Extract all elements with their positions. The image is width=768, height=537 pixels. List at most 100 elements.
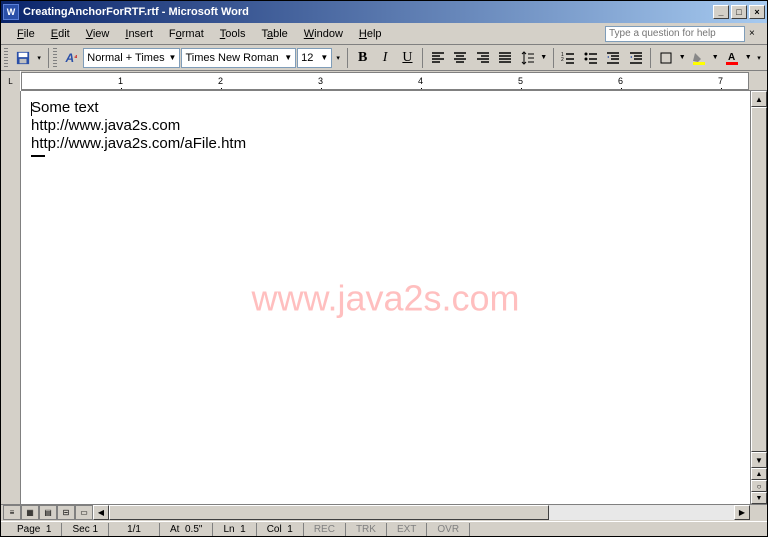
maximize-button[interactable]: □ — [731, 5, 747, 19]
align-center-icon — [453, 51, 467, 65]
ruler-tick: 4 — [418, 76, 423, 86]
font-selector[interactable]: Times New Roman ▼ — [181, 48, 296, 68]
ruler-tick: 7 — [718, 76, 723, 86]
next-page-button[interactable]: ▼ — [751, 492, 767, 504]
help-search-box[interactable] — [605, 26, 745, 42]
scroll-left-button[interactable]: ◀ — [93, 505, 109, 520]
toolbar-options-2[interactable]: ▾ — [754, 47, 764, 69]
align-left-button[interactable] — [427, 47, 448, 69]
reading-view-button[interactable]: ▭ — [75, 505, 93, 520]
decrease-indent-icon — [606, 51, 620, 65]
border-dropdown[interactable]: ▼ — [677, 47, 687, 69]
menu-edit[interactable]: Edit — [43, 26, 78, 42]
font-color-button[interactable]: A — [721, 47, 743, 69]
title-bar: W CreatingAnchorForRTF.rtf - Microsoft W… — [1, 1, 767, 23]
status-column: Col 1 — [257, 523, 304, 536]
bullet-list-button[interactable] — [580, 47, 601, 69]
svg-text:2: 2 — [561, 57, 564, 63]
font-color-dropdown[interactable]: ▼ — [743, 47, 753, 69]
increase-indent-button[interactable] — [625, 47, 646, 69]
align-justify-button[interactable] — [494, 47, 515, 69]
bold-button[interactable]: B — [352, 47, 373, 69]
border-button[interactable] — [655, 47, 677, 69]
document-page[interactable]: Some text http://www.java2s.com http://w… — [21, 91, 750, 504]
toolbar-options-button[interactable]: ▾ — [34, 47, 44, 69]
numbered-list-button[interactable]: 12 — [558, 47, 579, 69]
line-spacing-dropdown[interactable]: ▼ — [539, 47, 549, 69]
text-line: http://www.java2s.com — [31, 117, 740, 135]
scroll-up-button[interactable]: ▲ — [751, 91, 767, 107]
status-bar: Page 1 Sec 1 1/1 At 0.5" Ln 1 Col 1 REC … — [1, 521, 767, 536]
menu-file[interactable]: File — [9, 26, 43, 42]
menu-table[interactable]: Table — [253, 26, 295, 42]
status-trk[interactable]: TRK — [346, 523, 387, 536]
scroll-track[interactable] — [751, 107, 767, 452]
tab-selector[interactable]: L — [1, 71, 21, 91]
horizontal-ruler[interactable]: 1 2 3 4 5 6 7 — [21, 72, 749, 90]
status-pages: 1/1 — [109, 523, 160, 536]
dropdown-arrow-icon: ▼ — [284, 53, 292, 62]
status-page: Page 1 — [7, 523, 62, 536]
align-center-button[interactable] — [450, 47, 471, 69]
status-at: At 0.5" — [160, 523, 213, 536]
border-icon — [659, 51, 673, 65]
horizontal-ruler-area: L 1 2 3 4 5 6 7 — [1, 71, 767, 91]
highlight-button[interactable] — [688, 47, 710, 69]
horizontal-scrollbar[interactable]: ◀ ▶ — [93, 505, 750, 521]
font-value: Times New Roman — [185, 52, 278, 64]
highlight-dropdown[interactable]: ▼ — [710, 47, 720, 69]
scroll-right-button[interactable]: ▶ — [734, 505, 750, 520]
line-spacing-button[interactable] — [517, 47, 539, 69]
size-value: 12 — [301, 52, 313, 64]
scroll-track-h[interactable] — [109, 505, 734, 520]
svg-text:A: A — [728, 52, 735, 63]
status-ovr[interactable]: OVR — [427, 523, 470, 536]
dropdown-arrow-icon: ▼ — [169, 53, 177, 62]
ruler-tick: 5 — [518, 76, 523, 86]
decrease-indent-button[interactable] — [602, 47, 623, 69]
save-button[interactable] — [12, 47, 33, 69]
styles-pane-button[interactable]: A⁴ — [61, 47, 82, 69]
separator — [48, 48, 49, 68]
menu-help[interactable]: Help — [351, 26, 390, 42]
menu-insert[interactable]: Insert — [117, 26, 161, 42]
numbered-list-icon: 12 — [561, 51, 575, 65]
web-view-button[interactable]: ▦ — [21, 505, 39, 520]
close-document-button[interactable]: × — [749, 28, 761, 40]
font-size-options[interactable]: ▾ — [333, 47, 343, 69]
scroll-thumb[interactable] — [751, 107, 767, 452]
align-right-button[interactable] — [472, 47, 493, 69]
scroll-down-button[interactable]: ▼ — [751, 452, 767, 468]
style-selector[interactable]: Normal + Times ▼ — [83, 48, 180, 68]
toolbar-grip[interactable] — [4, 48, 8, 68]
menu-view[interactable]: View — [78, 26, 118, 42]
font-size-selector[interactable]: 12 ▼ — [297, 48, 332, 68]
minimize-button[interactable]: _ — [713, 5, 729, 19]
document-area: Some text http://www.java2s.com http://w… — [1, 91, 767, 504]
menu-tools[interactable]: Tools — [212, 26, 254, 42]
print-view-button[interactable]: ▤ — [39, 505, 57, 520]
scroll-thumb-h[interactable] — [109, 505, 549, 520]
status-rec[interactable]: REC — [304, 523, 346, 536]
ruler-tick: 2 — [218, 76, 223, 86]
outline-view-button[interactable]: ⊟ — [57, 505, 75, 520]
close-button[interactable]: × — [749, 5, 765, 19]
vertical-ruler[interactable] — [1, 91, 21, 504]
menu-format[interactable]: Format — [161, 26, 212, 42]
separator — [347, 48, 348, 68]
ruler-tick: 3 — [318, 76, 323, 86]
help-search-input[interactable] — [605, 26, 745, 42]
previous-page-button[interactable]: ▲ — [751, 468, 767, 480]
italic-button[interactable]: I — [374, 47, 395, 69]
align-justify-icon — [498, 51, 512, 65]
toolbar-grip-2[interactable] — [53, 48, 57, 68]
vertical-scrollbar[interactable]: ▲ ▼ ▲ ○ ▼ — [750, 91, 767, 504]
status-ext[interactable]: EXT — [387, 523, 427, 536]
browse-object-button[interactable]: ○ — [751, 480, 767, 492]
text-line: http://www.java2s.com/aFile.htm — [31, 135, 740, 153]
menu-window[interactable]: Window — [296, 26, 351, 42]
ruler-tick: 6 — [618, 76, 623, 86]
highlight-icon — [692, 51, 706, 65]
underline-button[interactable]: U — [397, 47, 418, 69]
normal-view-button[interactable]: ≡ — [3, 505, 21, 520]
